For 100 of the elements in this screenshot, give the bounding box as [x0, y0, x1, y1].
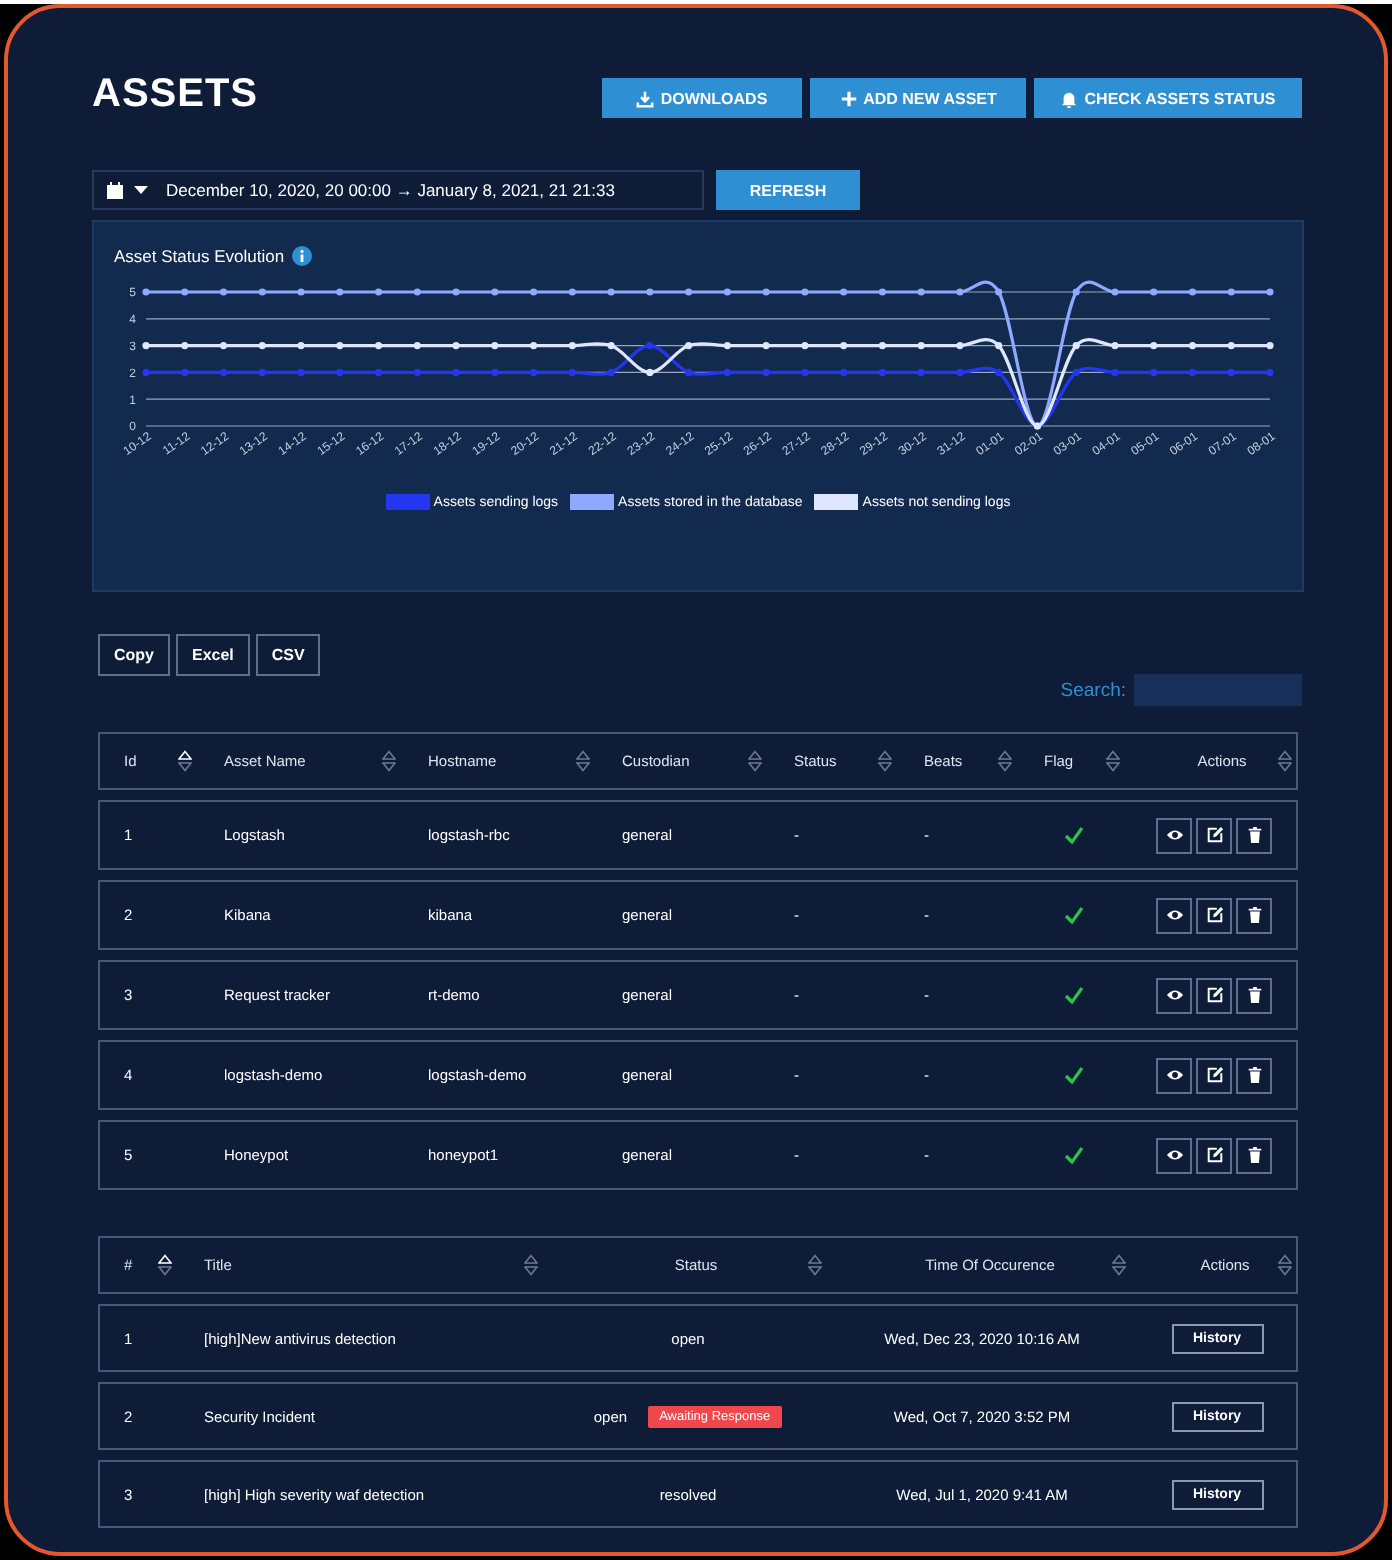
- data-point: [762, 342, 770, 350]
- data-point: [1150, 288, 1158, 296]
- data-point: [374, 288, 383, 296]
- data-point: [568, 288, 576, 296]
- trash-icon: [1245, 826, 1263, 844]
- edit-button[interactable]: [1196, 1137, 1232, 1173]
- data-point: [801, 368, 809, 376]
- view-button[interactable]: [1156, 1057, 1192, 1093]
- edit-button[interactable]: [1196, 817, 1232, 853]
- data-point: [646, 288, 654, 296]
- legend-swatch: [570, 494, 615, 510]
- eye-icon: [1165, 906, 1183, 924]
- data-point: [1111, 288, 1119, 296]
- data-point: [1111, 368, 1119, 376]
- data-point: [142, 368, 150, 376]
- info-icon[interactable]: [292, 246, 313, 266]
- export-button[interactable]: Copy: [98, 634, 170, 676]
- data-point: [530, 342, 538, 350]
- trash-icon: [1245, 1146, 1263, 1164]
- header-button[interactable]: ADD NEW ASSET: [810, 78, 1026, 118]
- data-point: [219, 368, 228, 376]
- data-point: [219, 342, 228, 350]
- calendar-icon: [106, 181, 124, 199]
- data-point: [297, 342, 305, 350]
- data-point: [917, 342, 925, 350]
- data-point: [956, 368, 964, 376]
- legend-swatch: [814, 494, 859, 510]
- data-point: [1266, 288, 1274, 296]
- data-point: [181, 368, 189, 376]
- data-point: [995, 288, 1003, 296]
- view-button[interactable]: [1156, 897, 1192, 933]
- data-point: [530, 288, 538, 296]
- data-point: [685, 288, 693, 296]
- data-point: [646, 368, 654, 376]
- view-button[interactable]: [1156, 817, 1192, 853]
- bell-icon: [1060, 89, 1079, 107]
- export-button[interactable]: CSV: [255, 634, 321, 676]
- data-point: [607, 288, 615, 296]
- data-point: [685, 368, 693, 376]
- data-point: [413, 368, 421, 376]
- data-point: [336, 368, 344, 376]
- edit-button[interactable]: [1196, 1057, 1232, 1093]
- data-point: [452, 342, 460, 350]
- data-point: [1111, 342, 1119, 350]
- data-point: [336, 288, 344, 296]
- data-point: [142, 342, 150, 350]
- edit-icon: [1205, 1066, 1223, 1084]
- data-point: [530, 368, 538, 376]
- export-button[interactable]: Excel: [176, 634, 250, 676]
- data-point: [723, 368, 731, 376]
- trash-icon: [1245, 986, 1263, 1004]
- sort-icon[interactable]: [178, 750, 192, 772]
- data-point: [1188, 368, 1197, 376]
- data-point: [374, 368, 383, 376]
- data-point: [258, 368, 266, 376]
- trash-icon: [1245, 906, 1263, 924]
- data-point: [723, 342, 731, 350]
- data-point: [917, 368, 925, 376]
- data-point: [1188, 342, 1197, 350]
- data-point: [142, 288, 150, 296]
- delete-button[interactable]: [1236, 817, 1272, 853]
- sort-icon[interactable]: [158, 1254, 172, 1276]
- data-point: [568, 368, 576, 376]
- data-point: [762, 368, 770, 376]
- data-point: [1150, 368, 1158, 376]
- delete-button[interactable]: [1236, 977, 1272, 1013]
- download-icon: [636, 89, 655, 107]
- data-point: [840, 368, 848, 376]
- data-point: [1227, 288, 1235, 296]
- edit-button[interactable]: [1196, 977, 1232, 1013]
- data-point: [646, 342, 654, 350]
- data-point: [878, 288, 886, 296]
- header-button[interactable]: CHECK ASSETS STATUS: [1034, 78, 1302, 118]
- data-point: [258, 342, 266, 350]
- data-point: [1266, 368, 1274, 376]
- data-point: [840, 288, 848, 296]
- refresh-button[interactable]: REFRESH: [716, 170, 860, 210]
- header-button[interactable]: DOWNLOADS: [602, 78, 802, 118]
- data-point: [491, 342, 499, 350]
- view-button[interactable]: [1156, 977, 1192, 1013]
- view-button[interactable]: [1156, 1137, 1192, 1173]
- date-range-field[interactable]: December 10, 2020, 20 00:00 → January 8, 2021, 21 21:33: [92, 170, 704, 210]
- delete-button[interactable]: [1236, 1137, 1272, 1173]
- caret-icon: [134, 186, 148, 194]
- data-point: [762, 288, 770, 296]
- edit-icon: [1205, 986, 1223, 1004]
- data-point: [181, 288, 189, 296]
- search-label: Search:: [1060, 679, 1126, 701]
- data-point: [413, 288, 421, 296]
- eye-icon: [1165, 1146, 1183, 1164]
- data-point: [336, 342, 344, 350]
- data-point: [491, 368, 499, 376]
- delete-button[interactable]: [1236, 1057, 1272, 1093]
- data-point: [878, 342, 886, 350]
- delete-button[interactable]: [1236, 897, 1272, 933]
- legend-swatch: [385, 494, 430, 510]
- edit-button[interactable]: [1196, 897, 1232, 933]
- search-field[interactable]: [1134, 674, 1302, 706]
- eye-icon: [1165, 826, 1183, 844]
- page-title: ASSETS: [92, 72, 259, 118]
